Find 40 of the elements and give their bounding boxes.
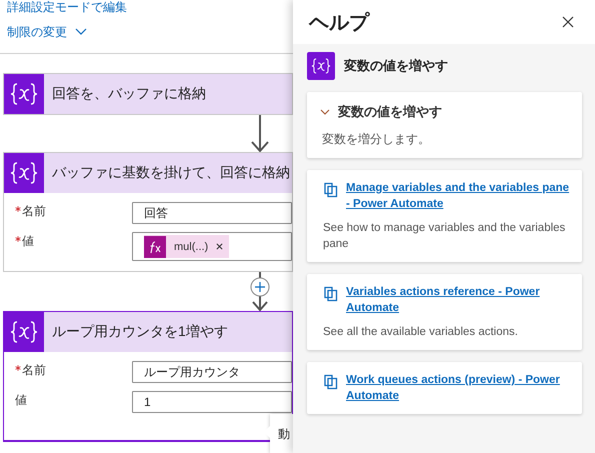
advanced-mode-link[interactable]: 詳細設定モードで編集 <box>7 0 127 14</box>
chevron-icon <box>320 109 330 115</box>
doc-link[interactable]: Manage variables and the variables pane - Power Automate <box>346 180 570 212</box>
action-name: 変数の値を増やす <box>344 57 448 75</box>
doc-link[interactable]: Work queues actions (preview) - Power Automate <box>346 372 570 404</box>
input-field[interactable]: mul(...) <box>132 232 292 261</box>
down-arrow-icon <box>250 115 270 152</box>
input-field[interactable]: 1 <box>132 391 292 413</box>
field-label: 名前 <box>22 203 46 220</box>
variable-icon <box>4 153 44 193</box>
field-label: 名前 <box>22 362 46 379</box>
input-field[interactable]: ループ用カウンタ <box>132 361 292 383</box>
field-label: 値 <box>22 233 34 250</box>
document-icon <box>323 374 339 390</box>
document-icon <box>323 182 339 198</box>
limits-menu[interactable]: 制限の変更 <box>7 25 87 39</box>
action-card[interactable]: 回答を、バッファに格納 <box>3 73 293 115</box>
doc-link[interactable]: Variables actions reference - Power Automate <box>346 284 570 316</box>
action-title: ループ用カウンタを1増やす <box>52 323 228 341</box>
variable-icon <box>307 52 335 80</box>
link-description: See how to manage variables and the variables pane <box>323 221 566 252</box>
field-label: 値 <box>15 392 27 409</box>
document-icon <box>323 286 339 302</box>
input-field[interactable]: 回答 <box>132 202 292 224</box>
action-title: バッファに基数を掛けて、回答に格納 <box>52 164 290 182</box>
action-title: 回答を、バッファに格納 <box>52 85 206 103</box>
action-card[interactable]: バッファに基数を掛けて、回答に格納 名前 回答 値 mul(...) <box>3 152 293 272</box>
remove-icon[interactable] <box>216 243 224 250</box>
panel-title: ヘルプ <box>309 10 369 36</box>
variable-icon <box>4 74 44 114</box>
close-icon <box>562 16 574 28</box>
summary-text: 変数を増分します。 <box>321 131 431 148</box>
section-toggle[interactable]: 変数の値を増やす <box>307 92 455 121</box>
expression-token[interactable]: mul(...) <box>144 235 230 258</box>
function-icon <box>144 236 166 258</box>
tooltip-text: 動 <box>278 426 290 442</box>
variable-icon <box>4 312 44 352</box>
link-description: See all the available variables actions. <box>323 325 519 340</box>
chevron-down-icon <box>75 28 87 36</box>
add-step-icon <box>249 272 271 311</box>
